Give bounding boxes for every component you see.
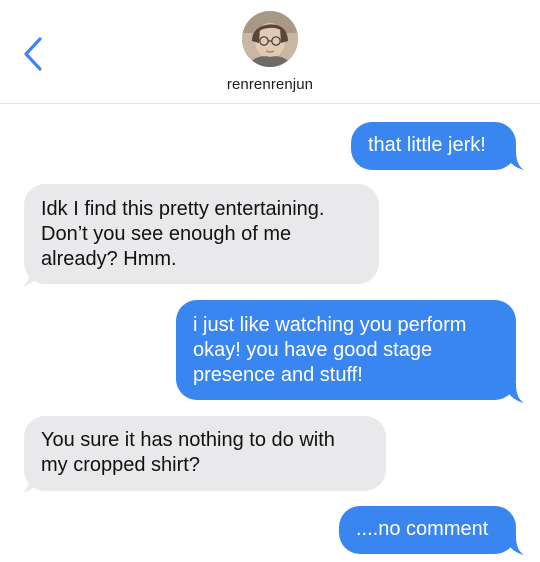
header-divider: [0, 103, 540, 104]
conversation-header: renrenrenjun: [0, 0, 540, 104]
incoming-message-bubble[interactable]: Idk I find this pretty entertaining. Don…: [24, 184, 379, 284]
incoming-message-bubble[interactable]: You sure it has nothing to do with my cr…: [24, 416, 386, 491]
outgoing-bubble-tail: [506, 383, 524, 403]
incoming-bubble-tail: [22, 267, 40, 287]
contact-photo: [242, 11, 298, 67]
message-thread-screen: renrenrenjun that little jerk! Idk I fin…: [0, 0, 540, 562]
contact-name[interactable]: renrenrenjun: [0, 76, 540, 93]
outgoing-bubble-tail: [506, 535, 524, 555]
chevron-left-icon: [24, 37, 42, 71]
outgoing-bubble-tail: [506, 150, 524, 170]
outgoing-message-bubble[interactable]: i just like watching you perform okay! y…: [176, 300, 516, 400]
avatar[interactable]: [242, 11, 298, 67]
back-button[interactable]: [14, 34, 54, 74]
outgoing-message-bubble[interactable]: that little jerk!: [351, 122, 516, 170]
outgoing-message-bubble[interactable]: ....no comment: [339, 506, 516, 554]
incoming-bubble-tail: [22, 473, 40, 493]
